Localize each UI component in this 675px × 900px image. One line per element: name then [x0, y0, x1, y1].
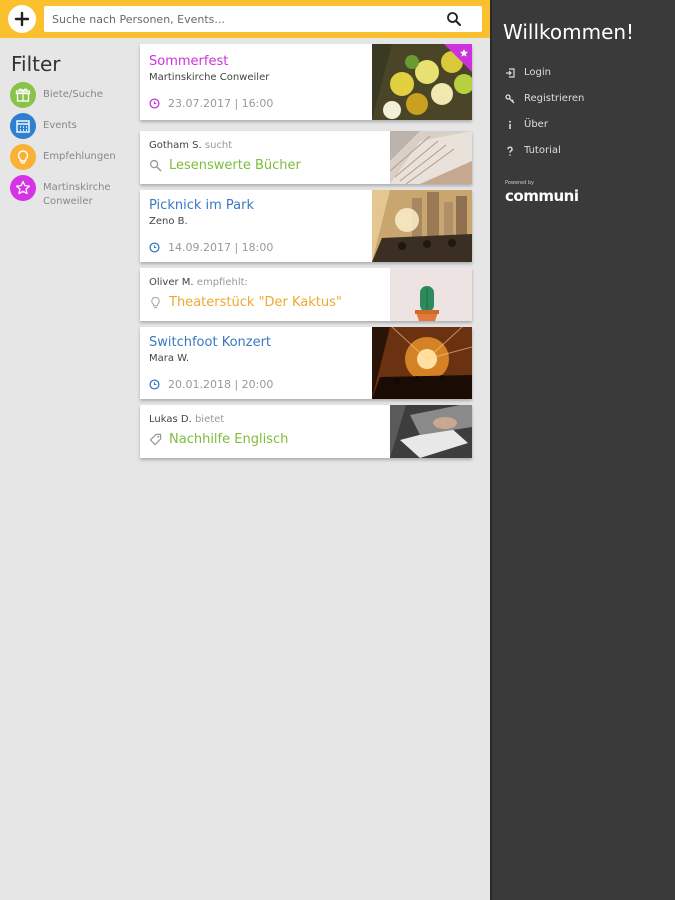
card-author-line: Oliver M. empfiehlt: [149, 277, 248, 288]
calendar-icon [10, 113, 36, 139]
menu-item-label: Tutorial [524, 145, 561, 156]
card-author: Lukas D. [149, 414, 192, 425]
event-card[interactable]: Switchfoot Konzert Mara W. 20.01.2018 | … [140, 327, 472, 399]
communi-logo: Powered by communi [505, 180, 579, 205]
card-title: Switchfoot Konzert [149, 335, 272, 350]
search-input[interactable] [44, 6, 434, 32]
menu-item-label: Registrieren [524, 93, 585, 104]
card-main-line: Lesenswerte Bücher [149, 158, 301, 173]
login-icon [505, 67, 515, 78]
star-icon [10, 175, 36, 201]
logo-text: communi [505, 187, 579, 205]
card-date: 20.01.2018 | 20:00 [168, 378, 274, 391]
card-author: Oliver M. [149, 277, 194, 288]
concert-image [372, 327, 472, 399]
offer-card[interactable]: Lukas D. bietet Nachhilfe Englisch [140, 405, 472, 458]
search-box [44, 6, 482, 32]
info-icon [505, 120, 515, 130]
key-icon [505, 93, 515, 104]
card-verb: bietet [194, 414, 225, 425]
top-search-bar [0, 0, 490, 38]
welcome-title: Willkommen! [503, 20, 635, 44]
card-date: 23.07.2017 | 16:00 [168, 97, 274, 110]
recommendation-card[interactable]: Oliver M. empfiehlt: Theaterstück "Der K… [140, 268, 472, 321]
filter-label: Biete/Suche [43, 89, 103, 100]
add-button[interactable] [8, 5, 36, 33]
clock-icon [149, 379, 160, 390]
card-title: Sommerfest [149, 54, 229, 69]
park-picnic-image [372, 190, 472, 262]
card-datetime: 23.07.2017 | 16:00 [149, 97, 273, 110]
filter-title: Filter [11, 52, 61, 76]
card-main-text: Lesenswerte Bücher [169, 158, 301, 173]
plus-icon [14, 11, 30, 27]
filter-label: Empfehlungen [43, 151, 116, 162]
search-icon[interactable] [446, 11, 462, 27]
filter-label: Martinskirche Conweiler [43, 182, 111, 207]
card-main-text: Nachhilfe Englisch [169, 432, 289, 447]
menu-item-label: Login [524, 67, 551, 78]
cactus-image [390, 268, 472, 321]
tag-icon [149, 433, 162, 446]
card-title: Picknick im Park [149, 198, 255, 213]
card-main-line: Theaterstück "Der Kaktus" [149, 295, 342, 310]
tutoring-laptop-image [390, 405, 472, 458]
card-verb: empfiehlt: [196, 277, 248, 288]
card-author-line: Lukas D. bietet [149, 414, 224, 425]
gift-icon [10, 82, 36, 108]
navigation-drawer: Willkommen! Login Registrieren Über Tuto… [490, 0, 675, 900]
filter-item-martinskirche[interactable]: Martinskirche Conweiler [10, 175, 135, 209]
search-icon [149, 159, 162, 172]
event-card[interactable]: Picknick im Park Zeno B. 14.09.2017 | 18… [140, 190, 472, 262]
event-card[interactable]: Sommerfest Martinskirche Conweiler 23.07… [140, 44, 472, 120]
menu-item-label: Über [524, 119, 548, 130]
help-icon [505, 145, 515, 156]
filter-item-biete-suche[interactable]: Biete/Suche [10, 82, 135, 108]
card-main-line: Nachhilfe Englisch [149, 432, 288, 447]
card-datetime: 20.01.2018 | 20:00 [149, 378, 273, 391]
clock-icon [149, 242, 160, 253]
clock-icon [149, 98, 160, 109]
card-verb: sucht [204, 140, 233, 151]
powered-by-text: Powered by [505, 180, 534, 186]
menu-item-registrieren[interactable]: Registrieren [505, 93, 584, 104]
card-author-line: Gotham S. sucht [149, 140, 232, 151]
menu-item-ueber[interactable]: Über [505, 119, 548, 130]
filter-label: Events [43, 120, 77, 131]
card-author: Gotham S. [149, 140, 202, 151]
card-date: 14.09.2017 | 18:00 [168, 241, 274, 254]
card-main-text: Theaterstück "Der Kaktus" [169, 295, 342, 310]
menu-item-tutorial[interactable]: Tutorial [505, 145, 561, 156]
menu-item-login[interactable]: Login [505, 67, 551, 78]
card-subtitle: Zeno B. [149, 216, 188, 227]
books-image [390, 131, 472, 184]
lightbulb-icon [151, 296, 160, 309]
card-subtitle: Martinskirche Conweiler [149, 72, 270, 83]
offer-card[interactable]: Gotham S. sucht Lesenswerte Bücher [140, 131, 472, 184]
filter-item-empfehlungen[interactable]: Empfehlungen [10, 144, 135, 170]
lightbulb-icon [10, 144, 36, 170]
card-subtitle: Mara W. [149, 353, 190, 364]
filter-item-events[interactable]: Events [10, 113, 135, 139]
card-datetime: 14.09.2017 | 18:00 [149, 241, 273, 254]
food-skewers-image [372, 44, 472, 120]
